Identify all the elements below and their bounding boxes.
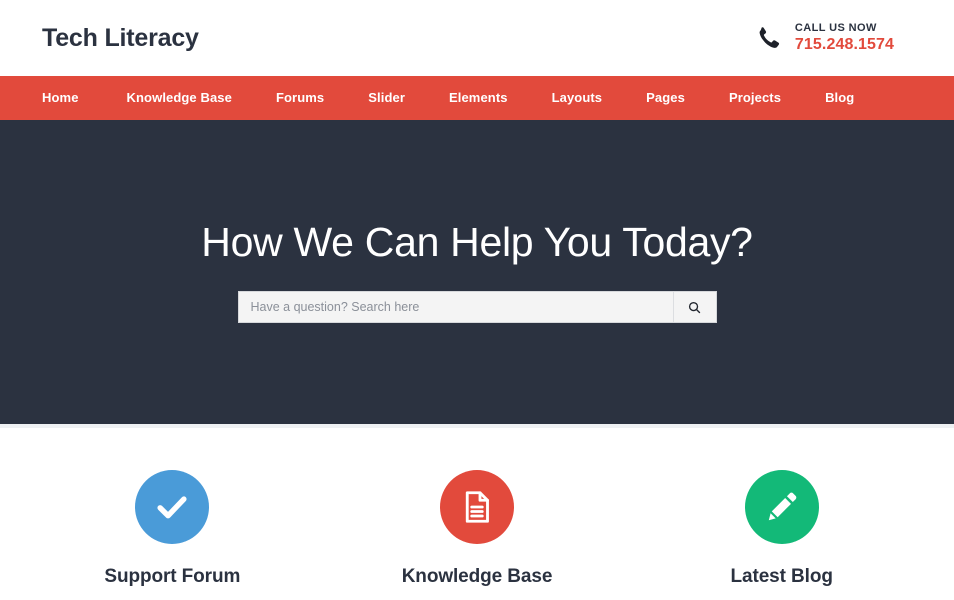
call-us-block: CALL US NOW 715.248.1574 xyxy=(755,23,894,53)
feature-icon-circle xyxy=(440,470,514,544)
hero-search-bar xyxy=(237,291,717,324)
hero-bottom-divider xyxy=(0,424,954,428)
document-icon xyxy=(459,489,495,525)
call-us-label: CALL US NOW xyxy=(794,22,877,34)
search-button[interactable] xyxy=(672,292,716,323)
phone-icon xyxy=(755,23,781,53)
call-text-group: CALL US NOW 715.248.1574 xyxy=(795,23,894,53)
search-input[interactable] xyxy=(238,292,673,323)
nav-item-elements[interactable]: Elements xyxy=(427,76,530,120)
nav-item-pages[interactable]: Pages xyxy=(624,76,707,120)
feature-icon-circle xyxy=(135,470,210,544)
nav-item-knowledge-base[interactable]: Knowledge Base xyxy=(105,76,254,120)
hero-title: How We Can Help You Today? xyxy=(201,219,753,265)
search-icon xyxy=(687,300,702,315)
phone-number[interactable]: 715.248.1574 xyxy=(795,37,894,53)
site-header: Tech Literacy CALL US NOW 715.248.1574 xyxy=(0,0,954,76)
pencil-icon xyxy=(764,489,800,525)
page-root: Tech Literacy CALL US NOW 715.248.1574 H… xyxy=(0,0,954,600)
hero-section: How We Can Help You Today? xyxy=(0,120,954,428)
check-circle-icon xyxy=(153,488,191,526)
feature-latest-blog[interactable]: Latest Blog xyxy=(629,428,934,600)
nav-item-slider[interactable]: Slider xyxy=(346,76,427,120)
feature-support-forum[interactable]: Support Forum xyxy=(20,428,325,600)
nav-item-projects[interactable]: Projects xyxy=(707,76,803,120)
main-navigation: Home Knowledge Base Forums Slider Elemen… xyxy=(0,76,954,120)
feature-title: Support Forum xyxy=(104,566,241,587)
nav-item-blog[interactable]: Blog xyxy=(803,76,876,120)
feature-icon-circle xyxy=(744,470,819,544)
feature-knowledge-base[interactable]: Knowledge Base xyxy=(325,428,630,600)
feature-title: Latest Blog xyxy=(730,566,833,587)
nav-item-forums[interactable]: Forums xyxy=(254,76,346,120)
nav-item-home[interactable]: Home xyxy=(42,76,105,120)
feature-title: Knowledge Base xyxy=(401,566,553,587)
nav-item-layouts[interactable]: Layouts xyxy=(530,76,625,120)
site-logo[interactable]: Tech Literacy xyxy=(42,25,199,51)
features-section: Support Forum Knowledge Base Latest Blog xyxy=(0,428,954,600)
